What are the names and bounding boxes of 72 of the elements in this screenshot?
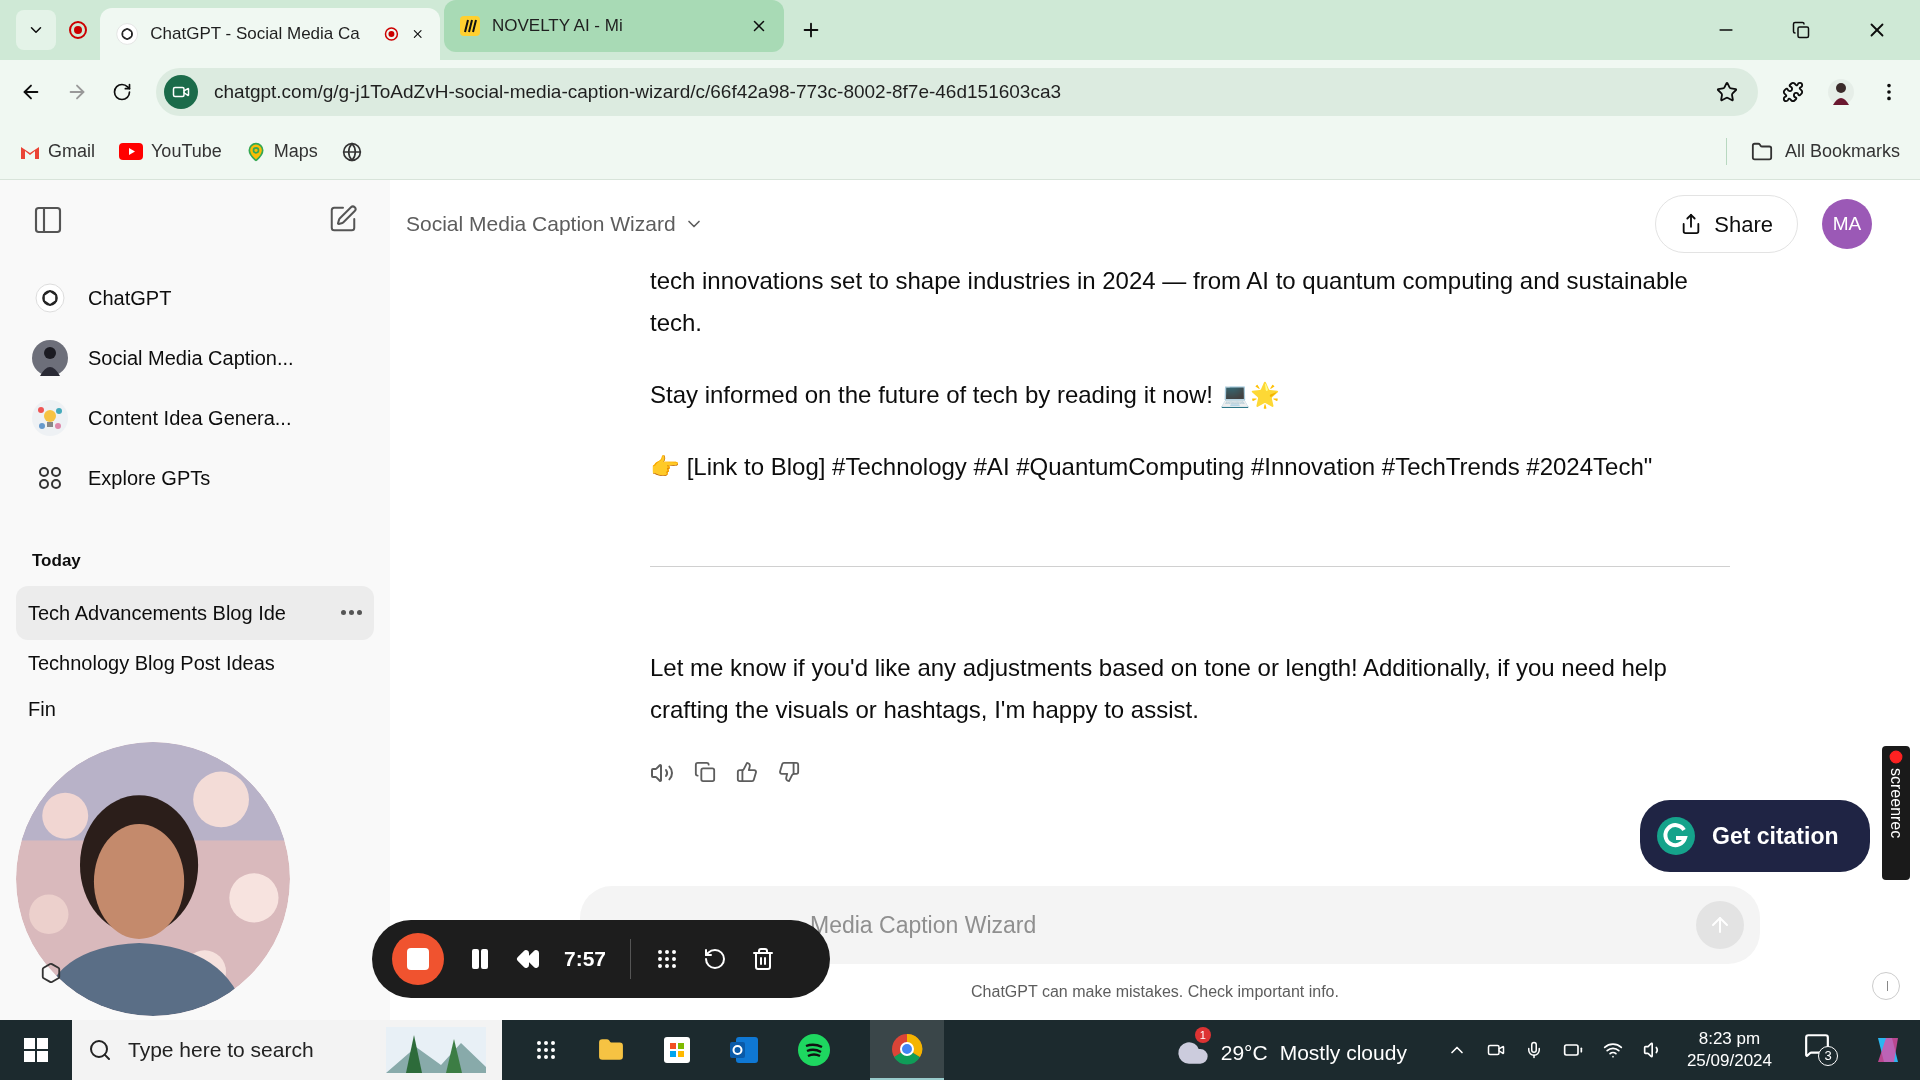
extensions-icon[interactable] xyxy=(1782,81,1804,103)
music-app-icon[interactable] xyxy=(798,1034,830,1066)
sidebar-item[interactable]: Explore GPTs xyxy=(16,448,374,508)
sidebar-item[interactable]: Content Idea Genera... xyxy=(16,388,374,448)
sidebar-item[interactable]: ChatGPT xyxy=(16,268,374,328)
browser-app-icon[interactable] xyxy=(870,1020,944,1080)
chat-history-item[interactable]: Fin xyxy=(16,685,76,732)
get-citation-button[interactable]: Get citation xyxy=(1640,800,1870,872)
globe-icon xyxy=(341,141,362,162)
task-view-icon[interactable] xyxy=(534,1038,558,1062)
file-explorer-icon[interactable] xyxy=(598,1037,624,1063)
record-icon xyxy=(1889,750,1903,764)
section-heading: Today xyxy=(31,550,82,572)
chat-history-item[interactable]: Tech Advancements Blog Ide xyxy=(16,585,374,640)
sidebar-toggle-icon[interactable] xyxy=(32,204,64,236)
lightbulb-icon xyxy=(32,400,68,436)
copy-icon[interactable] xyxy=(694,761,716,783)
notifications-button[interactable]: 3 xyxy=(1804,1032,1840,1068)
browser-tab[interactable]: ChatGPT - Social Media Ca xyxy=(100,8,440,60)
message-paragraph: Stay informed on the future of tech by reading it now! 💻🌟 xyxy=(650,380,1281,411)
store-icon[interactable] xyxy=(664,1037,690,1063)
record-icon xyxy=(68,20,88,40)
delete-icon[interactable] xyxy=(751,947,776,971)
new-chat-icon[interactable] xyxy=(328,204,358,234)
address-bar[interactable]: chatgpt.com/g/g-j1ToAdZvH-social-media-caption-wizard/c/66f42a98-773c-8002-8f7e-46d151603ca3 xyxy=(156,68,1758,116)
chat-history-item[interactable]: Technology Blog Post Ideas xyxy=(16,639,374,686)
restart-icon[interactable] xyxy=(703,947,728,971)
reload-icon[interactable] xyxy=(112,82,132,102)
folder-icon xyxy=(1750,140,1773,163)
thumbs-down-icon[interactable] xyxy=(778,761,800,783)
mail-app-icon[interactable] xyxy=(730,1037,758,1063)
tab-title: ChatGPT - Social Media Ca xyxy=(150,23,360,46)
message-icon xyxy=(1804,1032,1830,1058)
search-icon xyxy=(88,1038,112,1062)
weather-widget[interactable]: 1 29°C Mostly cloudy xyxy=(1176,1027,1407,1073)
user-avatar: MA xyxy=(1822,199,1872,249)
camera-icon xyxy=(164,75,198,109)
wifi-icon[interactable] xyxy=(1602,1040,1623,1060)
stop-button[interactable] xyxy=(392,933,444,985)
play-icon xyxy=(119,143,143,160)
trees-icon xyxy=(386,1027,486,1073)
sidebar-item[interactable]: Social Media Caption... xyxy=(16,328,374,388)
restore-icon[interactable] xyxy=(1792,21,1810,39)
more-icon[interactable] xyxy=(341,610,362,615)
start-icon[interactable] xyxy=(24,1038,48,1062)
taskbar-search-field[interactable]: Type here to search xyxy=(72,1020,502,1080)
model-selector[interactable]: Social Media Caption Wizard xyxy=(406,208,704,240)
profile-icon xyxy=(1828,79,1854,105)
message-paragraph: 👉 [Link to Blog] #Technology #AI #QuantumComputing #Innovation #TechTrends #2024Tech" xyxy=(650,452,1654,482)
input-placeholder: Media Caption Wizard xyxy=(810,910,1038,940)
tab-title: NOVELTY AI - Mi xyxy=(492,15,623,38)
bookmark-link[interactable] xyxy=(341,141,362,162)
bookmark-link[interactable]: YouTube xyxy=(119,138,222,165)
bookmark-star-icon[interactable] xyxy=(1716,81,1738,103)
clock[interactable]: 8:23 pm 25/09/2024 xyxy=(1686,1028,1772,1072)
letter-g-logo xyxy=(1656,816,1696,856)
bookmark-link[interactable]: Maps xyxy=(245,138,318,165)
bookmark-link[interactable]: Gmail xyxy=(20,138,95,165)
url-text: chatgpt.com/g/g-j1ToAdZvH-social-media-caption-wizard/c/66f42a98-773c-8002-8f7e-46d151603ca3 xyxy=(214,79,1062,104)
thumbs-up-icon[interactable] xyxy=(736,761,758,783)
disclaimer-text: ChatGPT can make mistakes. Check important info. xyxy=(971,982,1339,1002)
message-paragraph: Let me know if you'd like any adjustments based on tone or length! Additionally, if you need help crafting the visuals or hashtags, I'm happy to assist. xyxy=(650,653,1668,725)
browser-tab[interactable]: NOVELTY AI - Mi xyxy=(444,0,784,52)
grid-icon xyxy=(37,465,63,491)
notification-badge: 1 xyxy=(1194,1027,1211,1043)
message-paragraph: tech innovations set to shape industries in 2024 — from AI to quantum computing and sustainable tech. xyxy=(650,266,1689,338)
rewind-icon[interactable] xyxy=(516,947,540,971)
avatar-icon xyxy=(32,340,68,376)
logo-icon xyxy=(460,16,480,36)
read-aloud-icon[interactable] xyxy=(650,761,674,785)
screenrec-tab[interactable]: screenrec xyxy=(1882,746,1910,880)
all-bookmarks-link[interactable]: All Bookmarks xyxy=(1725,138,1900,165)
